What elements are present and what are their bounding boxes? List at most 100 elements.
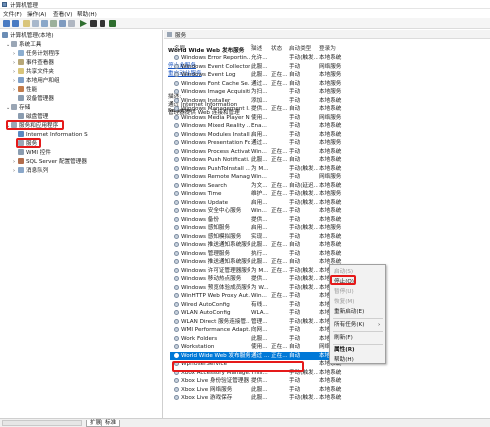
iis-icon (18, 131, 24, 137)
menu-resume[interactable]: 恢复(M) (334, 297, 384, 307)
cell-name: Windows Event Collector (174, 63, 250, 71)
table-row[interactable]: Windows Search 为文... 正在... 自动(延迟... 本地系统 (170, 182, 350, 190)
table-row[interactable]: Windows 安全中心服务 Win... 正在... 手动 本地系统 (170, 207, 350, 215)
show-tree-icon[interactable] (32, 20, 39, 27)
column-name[interactable]: 名称 (174, 44, 185, 52)
service-name: Windows Event Collector (181, 63, 250, 70)
table-row[interactable]: Windows Installer 添加... 手动 本地系统 (170, 97, 350, 105)
cell-startup: 手动 (289, 63, 301, 70)
menu-help[interactable]: 帮助(H) (334, 355, 384, 365)
menu-properties[interactable]: 属性(R) (334, 345, 384, 355)
tree-item-system-tools[interactable]: ⌄ 系统工具 (6, 41, 41, 49)
tree-item-device-manager[interactable]: 设备管理器 (18, 95, 54, 103)
gear-icon (174, 140, 179, 145)
tree-item-performance[interactable]: › 性能 (13, 86, 37, 94)
table-row[interactable]: WLAN AutoConfigWLA...手动本地系统 (170, 309, 350, 317)
table-row[interactable]: Windows 感知模拟服务 实现... 手动 本地系统 (170, 233, 350, 241)
table-row[interactable]: WLAN Direct 服务连接管...管理...手动(触发...本地服务 (170, 318, 350, 326)
table-row[interactable]: Windows Mixed Reality ... Ena... 手动 本地系统 (170, 122, 350, 130)
table-row[interactable]: Windows Event Collector 此服... 手动 网络服务 (170, 63, 350, 71)
export-icon[interactable] (50, 20, 57, 27)
cell-name: Windows 管理服务 (174, 250, 250, 258)
table-row[interactable]: Windows 许可证管理器服务为 M...正在...手动(触发...本地服务 (170, 267, 350, 275)
restart-icon[interactable] (109, 20, 116, 27)
table-row[interactable]: Work Folders此服...手动本地服务 (170, 335, 350, 343)
menu-file[interactable]: 文件(F) (3, 10, 22, 18)
pause-icon[interactable] (100, 20, 105, 27)
cell-startup: 手动 (289, 140, 301, 146)
cell-name: Windows Search (174, 182, 250, 190)
table-row[interactable]: Windows 移动热点服务提供...手动(触发...本地服务 (170, 275, 350, 283)
column-startup-type[interactable]: 启动类型 (289, 44, 311, 52)
properties-icon[interactable] (68, 20, 75, 27)
tree-item-wmi[interactable]: WMI 控件 (18, 149, 51, 157)
table-row[interactable]: Xbox Live 身份验证管理器 提供... 手动 本地系统 (170, 377, 350, 385)
table-row[interactable]: Windows Font Cache Se... 通过... 正在... 自动 本地服务 (170, 80, 350, 88)
table-row[interactable]: Windows Presentation Fo... 通过... 手动 本地服务 (170, 139, 350, 147)
tree-item-shared-folders[interactable]: › 共享文件夹 (13, 68, 54, 76)
column-description[interactable]: 描述 (251, 44, 262, 52)
cell-name: Windows Update (174, 199, 250, 207)
back-icon[interactable] (3, 20, 10, 27)
table-row[interactable]: WinHTTP Web Proxy Aut...Win...正在...手动本地服… (170, 292, 350, 300)
table-row[interactable]: Windows 感知服务 启用... 手动(触发... 本地服务 (170, 224, 350, 232)
menu-action[interactable]: 操作(A) (27, 10, 46, 18)
tree-item-storage[interactable]: ⌄ 存储 (6, 104, 30, 112)
table-row[interactable]: Windows Process Activati... Win... 正在... 手动… (170, 148, 350, 156)
table-row-selected[interactable]: World Wide Web 发布服务通过 ...正在...自动本地系统 (170, 351, 350, 360)
table-row[interactable]: Windows 备份 提供... 手动 本地系统 (170, 216, 350, 224)
tree-item-sql-config[interactable]: › SQL Server 配置管理器 (13, 158, 87, 166)
menu-refresh[interactable]: 刷新(F) (334, 333, 384, 343)
table-row[interactable]: Wired AutoConfig有线...手动本地系统 (170, 301, 350, 309)
menu-view[interactable]: 查看(V) (53, 10, 72, 18)
table-row[interactable]: Windows Image Acquisiti... 为扫... 手动 本地服务 (170, 88, 350, 96)
table-row[interactable]: Windows Media Player N... 使用... 手动 网络服务 (170, 114, 350, 122)
tree-item-task-scheduler[interactable]: › 任务计划程序 (13, 50, 60, 58)
cell-logon: 本地系统 (319, 216, 342, 223)
gear-icon (174, 395, 179, 400)
cell-startup: 手动(触发... (289, 276, 318, 282)
cell-desc: 启用... (251, 131, 268, 138)
menu-all-tasks[interactable]: 所有任务(K) › (334, 320, 384, 330)
help-icon[interactable] (59, 20, 66, 27)
table-row[interactable]: Windows 管理服务 执行... 手动 本地系统 (170, 250, 350, 258)
table-row[interactable]: Windows PushToInstall ... 为 M... 手动(触发... 本… (170, 165, 350, 173)
table-row[interactable]: Windows Error Reportin... 允许... 手动(触发... 本地… (170, 54, 350, 62)
menu-pause[interactable]: 暂停(U) (334, 287, 384, 297)
forward-icon[interactable] (12, 20, 19, 27)
up-folder-icon[interactable] (23, 20, 30, 27)
table-row[interactable]: Xbox Live 网络服务 此服... 手动 本地系统 (170, 386, 350, 394)
menu-restart[interactable]: 重新启动(E) (334, 307, 384, 317)
table-row[interactable]: WMI Performance Adapt...向网...手动本地系统 (170, 326, 350, 334)
table-row[interactable]: Windows 预览体验成员服务为 W...手动(触发...本地系统 (170, 284, 350, 292)
cell-startup: 自动(延迟... (289, 182, 318, 189)
table-row[interactable]: Windows Remote Manag... Win... 手动 网络服务 (170, 173, 350, 181)
tree-root[interactable]: 计算机管理(本地) (2, 32, 54, 40)
tree-scrollbar[interactable] (2, 420, 82, 426)
menu-help[interactable]: 帮助(H) (77, 10, 97, 18)
table-row[interactable]: Windows Event Log 此服... 正在... 自动 本地服务 (170, 71, 350, 79)
table-row[interactable]: Windows Management I... 提供... 正在... 自动 本地系统 (170, 105, 350, 113)
stop-icon[interactable] (90, 20, 97, 27)
table-row[interactable]: Windows 推送通知系统服务 此服... 正在... 自动 本地系统 (170, 241, 350, 249)
column-logon-as[interactable]: 登录为 (319, 44, 336, 52)
table-row[interactable]: Windows 推送通知系统服务 此服... 正在... 自动 本地系统 (170, 258, 350, 266)
tree-item-event-viewer[interactable]: › 事件查看器 (13, 59, 54, 67)
tree-item-users-groups[interactable]: › 本地用户和组 (13, 77, 60, 85)
service-name: Windows Event Log (181, 72, 236, 78)
table-row[interactable]: Windows Push Notificati... 此服... 正在... 自动 本地… (170, 156, 350, 164)
cell-startup: 自动 (289, 80, 301, 87)
table-row[interactable]: Windows Modules Install... 启用... 手动 本地系统 (170, 131, 350, 139)
table-row[interactable]: Windows Update 启用... 手动(触发... 本地系统 (170, 199, 350, 207)
service-name: Windows 感知模拟服务 (181, 233, 242, 240)
table-row[interactable]: Xbox Live 游戏保存 此服... 手动(触发... 本地系统 (170, 394, 350, 402)
tab-standard[interactable]: 标准 (101, 420, 121, 427)
refresh-icon[interactable] (41, 20, 48, 27)
table-row[interactable]: Workstation使用...正在...自动网络服务 (170, 343, 350, 351)
cell-startup: 手动 (289, 310, 301, 316)
service-name: Xbox Live 身份验证管理器 (181, 378, 250, 384)
play-icon[interactable] (80, 20, 87, 27)
tree-item-message-queue[interactable]: › 消息队列 (13, 167, 48, 175)
column-status[interactable]: 状态 (271, 44, 282, 52)
table-row[interactable]: Windows Time 维护... 正在... 手动(触发... 本地服务 (170, 190, 350, 198)
